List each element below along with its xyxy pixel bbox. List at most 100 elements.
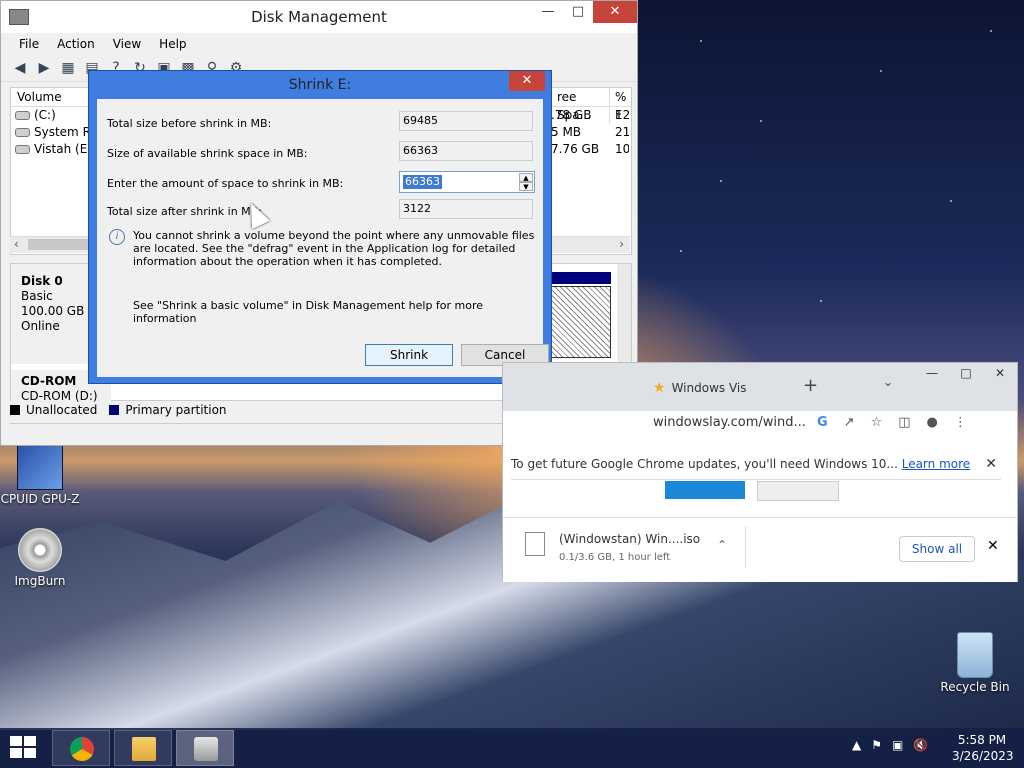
shrink-amount-stepper[interactable]: 66363 ▲ ▼ bbox=[399, 171, 535, 193]
cdrom-name: CD-ROM bbox=[21, 374, 77, 388]
disk-status: Online bbox=[21, 319, 60, 333]
windows-logo-icon bbox=[24, 736, 36, 746]
available-space-label: Size of available shrink space in MB: bbox=[107, 147, 308, 160]
desktop-icon-imgburn[interactable]: ImgBurn bbox=[0, 528, 80, 588]
legend-primary: Primary partition bbox=[125, 403, 227, 417]
taskbar-file-explorer[interactable] bbox=[114, 730, 172, 766]
dialog-body: Total size before shrink in MB: 69485 Si… bbox=[97, 99, 549, 377]
system-tray: ▲ ⚑ ▣ 🔇 bbox=[852, 738, 928, 752]
taskbar-chrome[interactable] bbox=[52, 730, 110, 766]
download-shelf-close-icon[interactable]: ✕ bbox=[987, 538, 999, 554]
download-progress-text: 0.1/3.6 GB, 1 hour left bbox=[559, 552, 671, 563]
shrink-amount-input[interactable]: 66363 bbox=[403, 175, 442, 189]
chevron-up-icon[interactable]: ⌃ bbox=[717, 538, 727, 552]
page-content bbox=[511, 481, 1001, 517]
clock[interactable]: 5:58 PM 3/26/2023 bbox=[952, 732, 1014, 764]
dialog-title[interactable]: Shrink E: bbox=[89, 71, 551, 99]
drive-icon bbox=[15, 111, 30, 120]
update-infobar: To get future Google Chrome updates, you… bbox=[511, 449, 1001, 480]
gpuz-icon bbox=[17, 444, 63, 490]
window-title: Disk Management bbox=[251, 8, 387, 26]
share-icon[interactable]: ↗ bbox=[844, 415, 855, 430]
page-accept-button[interactable] bbox=[665, 481, 745, 499]
bookmark-star-icon[interactable]: ☆ bbox=[871, 415, 883, 430]
minimize-button[interactable]: — bbox=[533, 1, 563, 23]
scroll-left-icon[interactable]: ‹ bbox=[14, 237, 19, 251]
profile-avatar-icon[interactable]: ● bbox=[927, 415, 938, 430]
clock-time: 5:58 PM bbox=[957, 733, 1007, 747]
chrome-window: ★ Windows Vis + ⌄ — □ ✕ windowslay.com/wi… bbox=[502, 362, 1018, 582]
window-titlebar[interactable]: Disk Management — □ ✕ bbox=[1, 1, 637, 33]
network-icon[interactable]: ▣ bbox=[892, 738, 903, 752]
chrome-maximize-button[interactable]: □ bbox=[949, 363, 983, 383]
tab-strip: ★ Windows Vis + ⌄ — □ ✕ bbox=[503, 363, 1017, 411]
close-button[interactable]: ✕ bbox=[593, 1, 637, 23]
learn-more-link[interactable]: Learn more bbox=[902, 457, 970, 471]
stepper-up-icon[interactable]: ▲ bbox=[519, 173, 533, 182]
google-icon[interactable]: G bbox=[817, 415, 828, 430]
recycle-bin-icon bbox=[957, 632, 993, 678]
back-arrow-icon[interactable]: ◀ bbox=[11, 59, 29, 77]
desktop-icon-label: CPUID GPU-Z bbox=[0, 492, 80, 506]
after-size-value: 3122 bbox=[399, 199, 533, 219]
desktop-icon-recycle-bin[interactable]: Recycle Bin bbox=[935, 632, 1015, 694]
unallocated-swatch bbox=[10, 405, 20, 415]
forward-arrow-icon[interactable]: ▶ bbox=[35, 59, 53, 77]
volume-free: .78 GB bbox=[551, 108, 592, 122]
download-shelf: (Windowstan) Win....iso 0.1/3.6 GB, 1 ho… bbox=[503, 517, 1017, 582]
scroll-right-icon[interactable]: › bbox=[619, 237, 624, 251]
menu-file[interactable]: File bbox=[19, 33, 39, 55]
volume-muted-icon[interactable]: 🔇 bbox=[913, 738, 928, 752]
menu-view[interactable]: View bbox=[113, 33, 141, 55]
action-center-flag-icon[interactable]: ⚑ bbox=[871, 738, 882, 752]
new-tab-plus-icon[interactable]: + bbox=[803, 375, 818, 396]
file-icon bbox=[525, 532, 545, 556]
volume-free: 5 MB bbox=[551, 125, 582, 139]
desktop-icon-label: Recycle Bin bbox=[940, 680, 1010, 694]
show-all-button[interactable]: Show all bbox=[899, 536, 975, 562]
after-size-label: Total size after shrink in MB: bbox=[107, 205, 262, 218]
tab-search-chevron-icon[interactable]: ⌄ bbox=[883, 375, 893, 389]
volume-pct: 21 bbox=[615, 125, 629, 139]
page-decline-button[interactable] bbox=[757, 481, 839, 501]
start-button[interactable] bbox=[10, 736, 38, 760]
dialog-close-button[interactable]: ✕ bbox=[509, 71, 545, 91]
kebab-menu-icon[interactable]: ⋮ bbox=[954, 415, 967, 430]
address-bar[interactable]: windowslay.com/wind... G ↗ ☆ ◫ ● ⋮ bbox=[503, 411, 1017, 437]
infobar-close-icon[interactable]: ✕ bbox=[985, 449, 997, 479]
desktop-icon-label: ImgBurn bbox=[14, 574, 66, 588]
shrink-button[interactable]: Shrink bbox=[365, 344, 453, 366]
taskbar-disk-management[interactable] bbox=[176, 730, 234, 766]
info-text: You cannot shrink a volume beyond the po… bbox=[133, 229, 535, 268]
download-file-name[interactable]: (Windowstan) Win....iso bbox=[559, 532, 700, 546]
divider bbox=[745, 526, 746, 568]
scrollbar-thumb[interactable] bbox=[28, 239, 88, 250]
stepper-down-icon[interactable]: ▼ bbox=[519, 182, 533, 191]
infobar-text: To get future Google Chrome updates, you… bbox=[511, 457, 898, 471]
volume-pct: 12 bbox=[615, 108, 629, 122]
disk-name: Disk 0 bbox=[21, 274, 63, 288]
desktop-icon-gpuz[interactable]: CPUID GPU-Z bbox=[0, 444, 80, 506]
show-hidden-icons-chevron-icon[interactable]: ▲ bbox=[852, 738, 861, 752]
info-icon: i bbox=[109, 229, 125, 245]
browser-tab[interactable]: ★ Windows Vis bbox=[653, 373, 783, 403]
taskbar: ▲ ⚑ ▣ 🔇 5:58 PM 3/26/2023 bbox=[0, 728, 1024, 768]
windows-logo-icon bbox=[10, 736, 22, 746]
imgburn-disc-icon bbox=[18, 528, 62, 572]
chrome-minimize-button[interactable]: — bbox=[915, 363, 949, 383]
side-panel-icon[interactable]: ◫ bbox=[898, 415, 910, 430]
before-size-label: Total size before shrink in MB: bbox=[107, 117, 272, 130]
properties-icon[interactable]: ▦ bbox=[59, 59, 77, 77]
chrome-close-button[interactable]: ✕ bbox=[983, 363, 1017, 383]
partition-selected-hatch[interactable] bbox=[551, 286, 611, 358]
volume-name: Vistah (E:) bbox=[34, 142, 96, 156]
volume-pct: 100 bbox=[615, 142, 629, 156]
windows-logo-icon bbox=[10, 748, 22, 758]
menu-bar: File Action View Help bbox=[1, 33, 637, 55]
menu-action[interactable]: Action bbox=[57, 33, 95, 55]
url-text[interactable]: windowslay.com/wind... bbox=[653, 415, 806, 430]
menu-help[interactable]: Help bbox=[159, 33, 186, 55]
maximize-button[interactable]: □ bbox=[563, 1, 593, 23]
available-space-value: 66363 bbox=[399, 141, 533, 161]
chrome-icon bbox=[70, 737, 94, 761]
